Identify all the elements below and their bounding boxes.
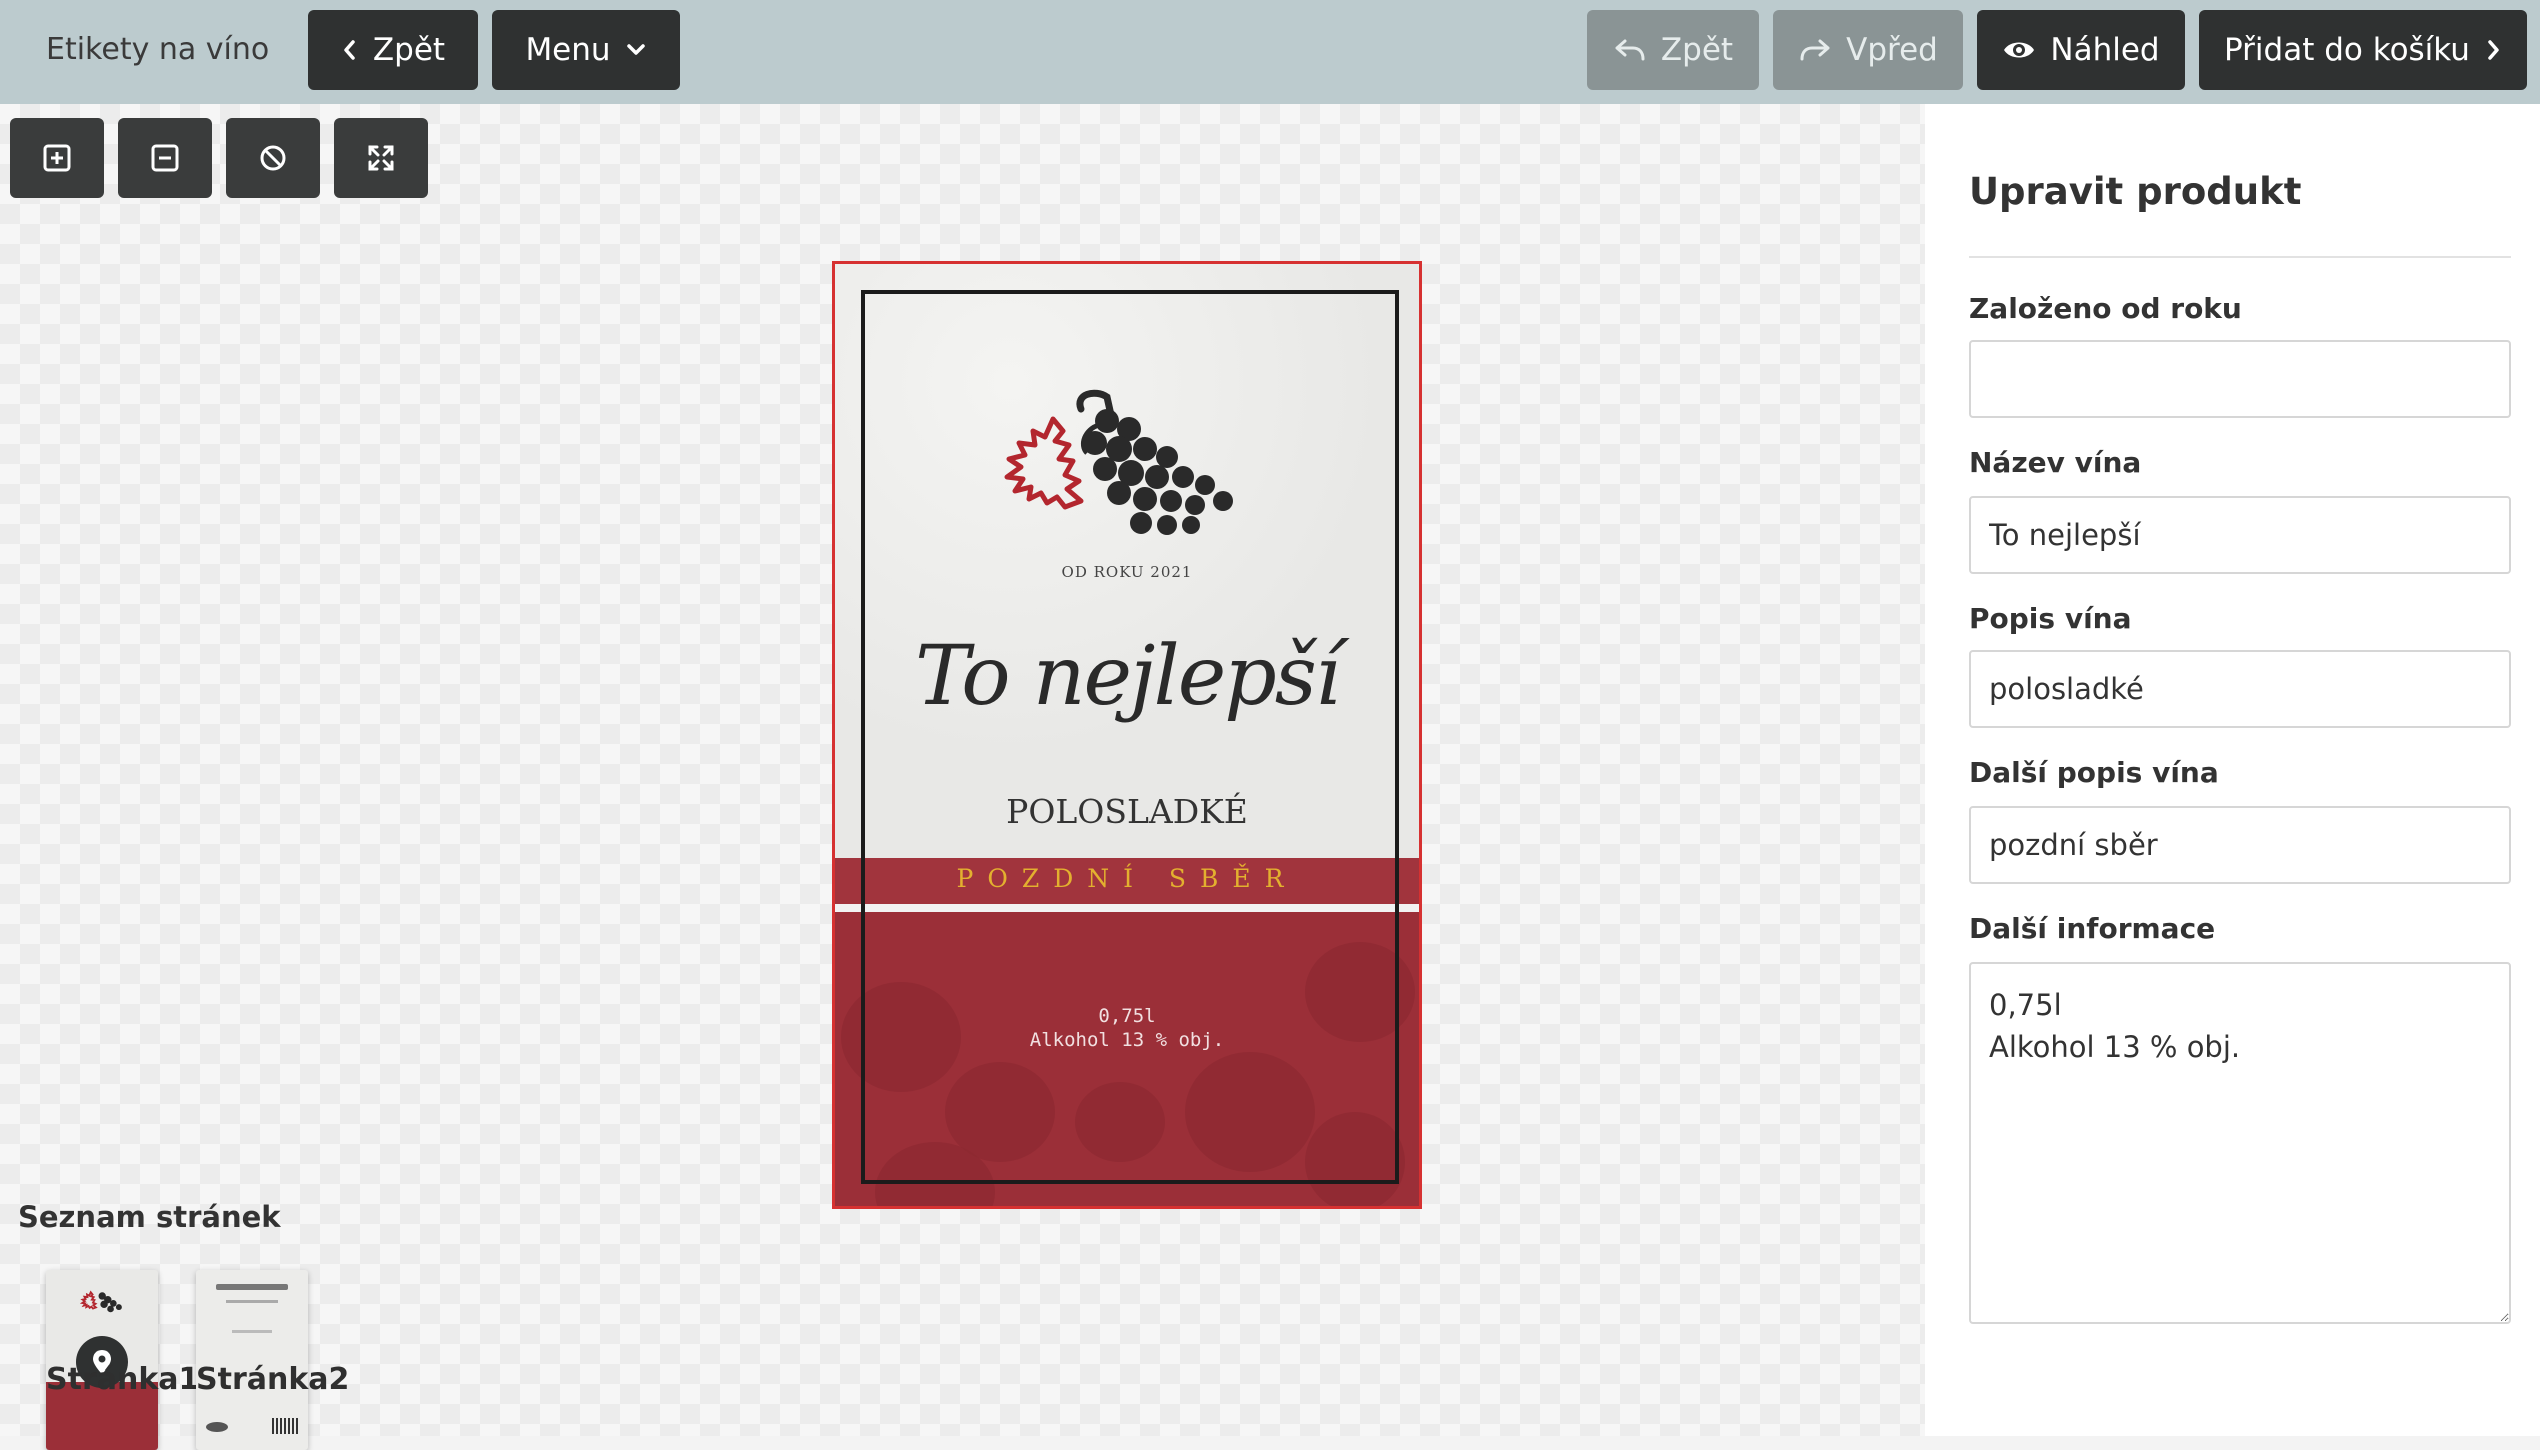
undo-button[interactable]: Zpět (1587, 10, 1759, 90)
page-thumbnail-2-label[interactable]: Stránka2 (196, 1362, 349, 1397)
menu-button[interactable]: Menu (492, 10, 680, 90)
label-wine-name[interactable]: To nejlepší (835, 629, 1419, 724)
panel-divider (1969, 256, 2511, 258)
wine-description-label: Popis vína (1969, 602, 2132, 635)
add-to-cart-button[interactable]: Přidat do košíku (2199, 10, 2527, 90)
page-thumbnail-1[interactable] (46, 1270, 158, 1450)
label-description[interactable]: POLOSLADKÉ (835, 792, 1419, 831)
menu-button-label: Menu (525, 32, 611, 68)
panel-title: Upravit produkt (1969, 170, 2302, 213)
undo-icon (1615, 39, 1645, 61)
preview-button[interactable]: Náhled (1977, 10, 2185, 90)
thumb-text-line (232, 1330, 272, 1333)
page-thumbnail-1-label[interactable]: Stránka1 (46, 1362, 199, 1397)
thumb-logo (206, 1422, 228, 1432)
add-to-cart-button-label: Přidat do košíku (2224, 32, 2470, 68)
label-since-text[interactable]: OD ROKU 2021 (835, 563, 1419, 581)
zoom-out-icon (151, 144, 179, 172)
wine-label[interactable]: OD ROKU 2021 To nejlepší POLOSLADKÉ POZD… (832, 261, 1422, 1209)
zoom-in-button[interactable] (10, 118, 104, 198)
redo-button-label: Vpřed (1846, 32, 1938, 68)
label-info-volume: 0,75l (1098, 1005, 1156, 1027)
fullscreen-button[interactable] (334, 118, 428, 198)
grape-logo-icon (80, 1290, 122, 1313)
back-button-label: Zpět (372, 32, 446, 68)
wine-description-input[interactable] (1969, 650, 2511, 728)
thumb-text-line (216, 1284, 288, 1290)
founded-year-label: Založeno od roku (1969, 292, 2242, 325)
top-bar: Etikety na víno Zpět Menu Zpět Vpřed Náh… (0, 0, 2540, 104)
zoom-out-button[interactable] (118, 118, 212, 198)
redo-button[interactable]: Vpřed (1773, 10, 1963, 90)
page-list-title: Seznam stránek (18, 1200, 281, 1234)
additional-info-label: Další informace (1969, 912, 2216, 945)
reset-zoom-button[interactable] (226, 118, 320, 198)
chevron-left-icon (344, 40, 355, 60)
chevron-down-icon (626, 44, 645, 55)
label-info-alcohol: Alkohol 13 % obj. (1029, 1029, 1225, 1051)
back-button[interactable]: Zpět (308, 10, 478, 90)
app-title: Etikety na víno (46, 32, 270, 67)
wine-name-label: Název vína (1969, 446, 2142, 479)
fullscreen-icon (368, 145, 394, 171)
zoom-in-icon (43, 144, 71, 172)
label-info[interactable]: 0,75l Alkohol 13 % obj. (835, 1004, 1419, 1052)
eye-icon (2004, 42, 2035, 58)
extra-description-input[interactable] (1969, 806, 2511, 884)
preview-button-label: Náhled (2050, 32, 2160, 68)
chevron-right-icon (2488, 40, 2499, 60)
redo-icon (1800, 39, 1830, 61)
barcode-icon (272, 1418, 298, 1434)
editor-canvas[interactable]: OD ROKU 2021 To nejlepší POLOSLADKÉ POZD… (0, 104, 1925, 1450)
label-extra-description[interactable]: POZDNÍ SBĚR (835, 864, 1419, 893)
reset-icon (260, 145, 286, 171)
edit-product-panel: Upravit produkt Založeno od roku Název v… (1925, 104, 2540, 1436)
founded-year-input[interactable] (1969, 340, 2511, 418)
extra-description-label: Další popis vína (1969, 756, 2219, 789)
thumb-text-line (226, 1300, 278, 1303)
wine-name-input[interactable] (1969, 496, 2511, 574)
additional-info-textarea[interactable]: 0,75l Alkohol 13 % obj. (1969, 962, 2511, 1324)
undo-button-label: Zpět (1660, 32, 1734, 68)
page-thumbnail-2[interactable] (196, 1270, 308, 1450)
